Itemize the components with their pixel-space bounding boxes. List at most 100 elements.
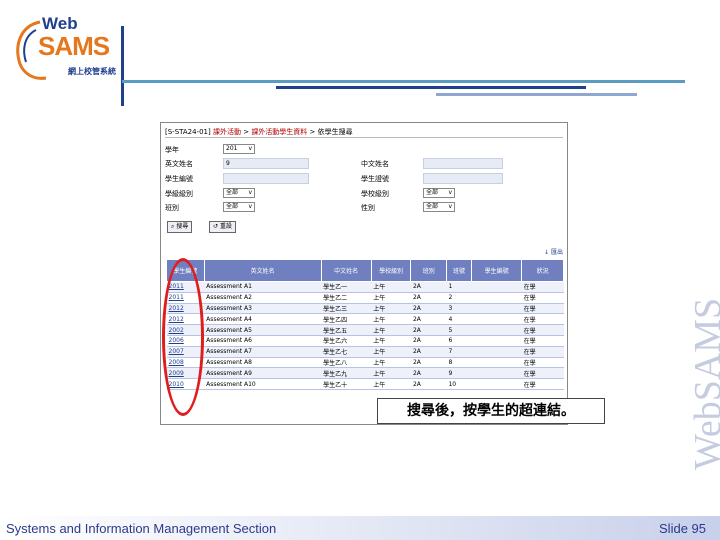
table-cell: 上午 — [371, 303, 411, 315]
table-cell: 2A — [410, 313, 447, 326]
search-icon: ⌕ — [171, 223, 175, 230]
header-rule-2 — [276, 86, 586, 89]
gender-select[interactable]: 全部 — [423, 202, 455, 212]
label-school-year: 學年 — [165, 146, 179, 154]
table-cell: 學生乙八 — [321, 357, 372, 369]
label-class-level: 學級級別 — [165, 190, 193, 198]
table-cell: 上午 — [371, 335, 411, 347]
table-cell: 在學 — [521, 281, 564, 293]
table-cell — [471, 292, 522, 304]
header-rule-1 — [122, 80, 685, 83]
table-cell: 在學 — [521, 367, 564, 380]
table-cell: 2A — [410, 357, 447, 369]
label-class: 班別 — [165, 204, 179, 212]
table-row: 2007 Assessment A7 學生乙七 上午 2A 7 在學 — [166, 346, 564, 358]
col-header[interactable]: 班別 — [410, 259, 447, 282]
col-header[interactable]: 中文姓名 — [320, 259, 372, 282]
table-cell: 4 — [446, 313, 472, 326]
divider — [165, 137, 563, 138]
table-row: 2012 Assessment A3 學生乙三 上午 2A 3 在學 — [166, 303, 564, 315]
table-body: 2011 Assessment A1 學生乙一 上午 2A 1 在學 2011 Assessme… — [166, 281, 564, 390]
table-cell: Assessment A3 — [204, 303, 322, 315]
col-header[interactable]: 學校級別 — [370, 259, 412, 282]
table-cell: 2A — [410, 378, 447, 390]
table-cell: 8 — [446, 357, 472, 369]
label-chi-name: 中文姓名 — [361, 160, 389, 168]
table-cell: 6 — [446, 335, 472, 347]
table-cell: 2A — [410, 367, 447, 380]
table-cell: 上午 — [371, 367, 411, 380]
header-vertical-bar — [121, 26, 124, 106]
table-row: 2009 Assessment A9 學生乙九 上午 2A 9 在學 — [166, 367, 564, 380]
table-cell — [471, 367, 522, 380]
col-header[interactable]: 英文姓名 — [203, 259, 322, 282]
school-level-select[interactable]: 全部 — [423, 188, 455, 198]
export-link[interactable]: ↓ 匯出 — [544, 247, 563, 256]
label-reg-no: 學生編號 — [165, 175, 193, 183]
label-eng-name: 英文姓名 — [165, 160, 193, 168]
breadcrumb-link-student-data[interactable]: 課外活動學生資料 — [251, 128, 307, 136]
col-header[interactable]: 狀況 — [521, 259, 564, 282]
table-cell: 2A — [410, 292, 447, 304]
table-cell: 在學 — [521, 378, 564, 390]
table-cell: 9 — [446, 367, 472, 380]
col-header[interactable]: 學生編號 — [471, 259, 523, 282]
label-gender: 性別 — [361, 204, 375, 212]
table-cell: 學生乙七 — [321, 346, 372, 358]
breadcrumb-link-activities[interactable]: 課外活動 — [213, 128, 241, 136]
eng-name-input[interactable]: 9 — [223, 158, 309, 169]
table-cell: 2A — [410, 303, 447, 315]
col-header[interactable]: 班號 — [445, 259, 473, 282]
table-cell — [471, 357, 522, 369]
search-button[interactable]: ⌕ 搜尋 — [167, 221, 193, 233]
table-cell — [471, 346, 522, 358]
instruction-callout: 搜尋後，按學生的超連結。 — [377, 398, 605, 424]
slide-number: Slide 95 — [659, 521, 706, 536]
table-cell: Assessment A9 — [204, 367, 322, 380]
table-cell: Assessment A8 — [204, 357, 322, 369]
table-cell: 學生乙九 — [321, 367, 372, 380]
reset-button[interactable]: ↺ 重設 — [209, 221, 236, 233]
table-cell: 2A — [410, 324, 447, 336]
slide-footer: Systems and Information Management Secti… — [0, 516, 720, 540]
table-cell: 在學 — [521, 303, 564, 315]
table-cell — [471, 324, 522, 336]
table-cell: 在學 — [521, 313, 564, 326]
table-cell: 在學 — [521, 292, 564, 304]
table-cell: 學生乙六 — [321, 335, 372, 347]
table-cell: 上午 — [371, 281, 411, 293]
table-cell: 上午 — [371, 346, 411, 358]
websams-logo: Web SAMS 網上校管系統 — [10, 14, 125, 84]
label-school-level: 學校級別 — [361, 190, 389, 198]
table-cell: 上午 — [371, 313, 411, 326]
table-cell: 3 — [446, 303, 472, 315]
table-cell: 1 — [446, 281, 472, 293]
highlight-oval — [162, 258, 204, 416]
student-results-table: 學生編號 英文姓名 中文姓名 學校級別 班別 班號 學生編號 狀況 2011 As… — [166, 259, 564, 390]
table-header-row: 學生編號 英文姓名 中文姓名 學校級別 班別 班號 學生編號 狀況 — [166, 259, 564, 282]
student-id-input[interactable] — [423, 173, 503, 184]
table-cell: Assessment A2 — [204, 292, 322, 304]
table-row: 2008 Assessment A8 學生乙八 上午 2A 8 在學 — [166, 357, 564, 369]
table-cell: 在學 — [521, 324, 564, 336]
websams-watermark: WebSAMS — [687, 297, 720, 470]
table-cell: Assessment A1 — [204, 281, 322, 293]
chi-name-input[interactable] — [423, 158, 503, 169]
table-cell: 學生乙四 — [321, 313, 372, 326]
table-cell: 學生乙三 — [321, 303, 372, 315]
table-row: 2011 Assessment A2 學生乙二 上午 2A 2 在學 — [166, 292, 564, 304]
table-cell: 上午 — [371, 324, 411, 336]
class-level-select[interactable]: 全部 — [223, 188, 255, 198]
table-row: 2006 Assessment A6 學生乙六 上午 2A 6 在學 — [166, 335, 564, 347]
table-cell: Assessment A4 — [204, 313, 322, 326]
header-rule-3 — [436, 93, 637, 96]
table-cell: Assessment A10 — [204, 378, 322, 390]
table-row: 2012 Assessment A4 學生乙四 上午 2A 4 在學 — [166, 313, 564, 326]
logo-sams-text: SAMS — [38, 31, 110, 61]
reg-no-input[interactable] — [223, 173, 309, 184]
school-year-select[interactable]: 201 — [223, 144, 255, 154]
table-cell: 學生乙十 — [321, 378, 372, 390]
class-select[interactable]: 全部 — [223, 202, 255, 212]
table-cell: Assessment A6 — [204, 335, 322, 347]
logo-subtitle: 網上校管系統 — [68, 67, 116, 76]
